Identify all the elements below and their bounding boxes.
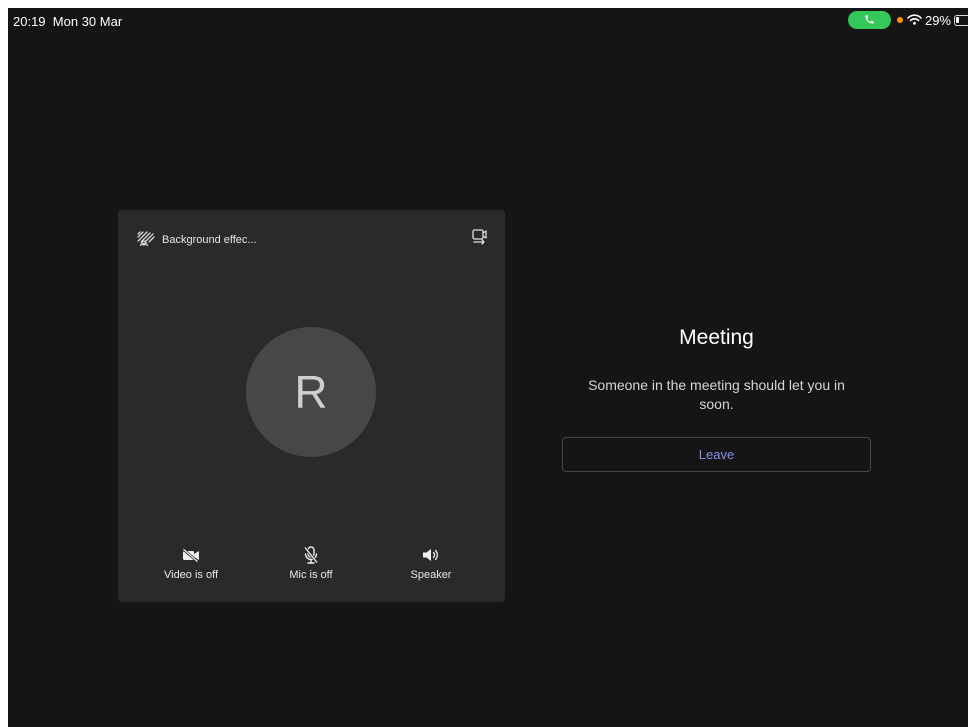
wifi-icon [907,13,922,28]
video-toggle-button[interactable]: Video is off [151,545,231,581]
phone-icon [864,13,875,28]
mic-off-icon [271,545,351,565]
leave-button[interactable]: Leave [562,437,871,472]
lobby-screen: 20:19 Mon 30 Mar 29% Background effec... [8,8,968,727]
background-effects-label: Background effec... [162,233,257,246]
background-effects-button[interactable]: Background effec... [136,230,257,249]
video-off-icon [151,545,231,565]
status-indicators: 29% [847,11,968,29]
switch-camera-icon [471,229,489,250]
switch-camera-button[interactable] [471,228,489,251]
speaker-icon [391,545,471,565]
meeting-title: Meeting [679,326,754,349]
meeting-info: Meeting Someone in the meeting should le… [562,326,871,414]
active-call-indicator[interactable] [847,11,891,29]
status-time: 20:19 [13,14,46,29]
video-preview-card: Background effec... R Video is off Mic i… [118,210,505,602]
privacy-indicator-dot [896,17,903,23]
status-bar: 20:19 Mon 30 Mar 29% [8,8,968,34]
speaker-label: Speaker [410,569,452,581]
battery-fill [956,16,959,23]
battery-icon [954,14,968,26]
status-time-date: 20:19 Mon 30 Mar [13,14,122,29]
background-effects-icon [136,230,156,249]
video-status-label: Video is off [163,569,219,581]
battery-percent: 29% [924,12,951,28]
avatar: R [246,327,376,457]
mic-status-label: Mic is off [289,569,333,581]
status-date: Mon 30 Mar [52,14,123,29]
speaker-toggle-button[interactable]: Speaker [391,545,471,581]
mic-toggle-button[interactable]: Mic is off [271,545,351,581]
lobby-message: Someone in the meeting should let you in… [588,377,845,412]
